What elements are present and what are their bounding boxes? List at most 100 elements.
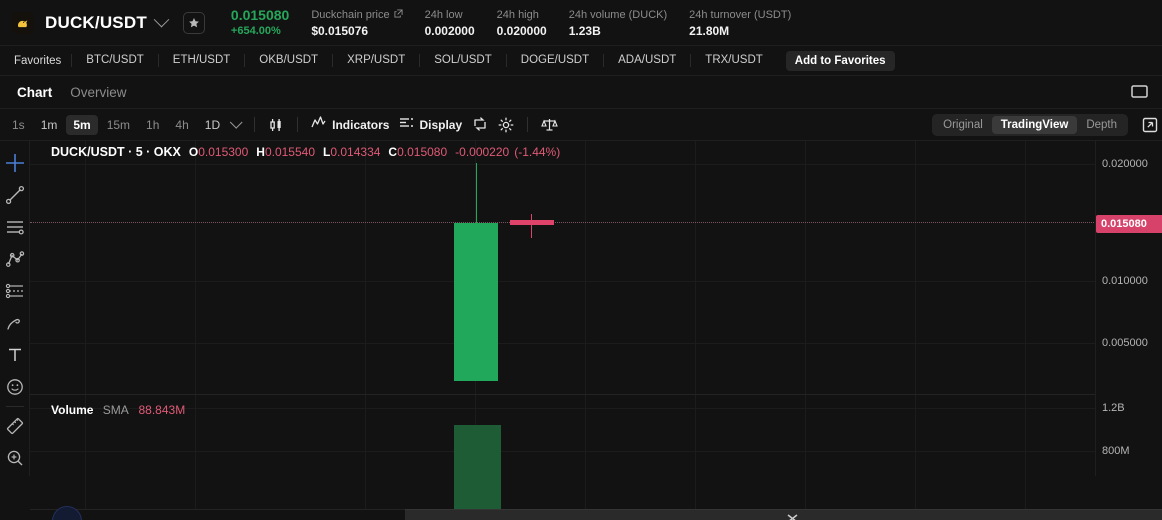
indicators-icon [311,115,327,134]
stat-label-text: 24h volume (DUCK) [568,8,668,21]
volume-sma-label: SMA [102,403,129,417]
indicators-label: Indicators [332,117,390,132]
price-axis[interactable]: 0.020000 0.015080 0.010000 0.005000 1.2B… [1095,141,1162,506]
horizontal-lines-tool[interactable] [1,211,29,243]
expand-fullscreen-icon[interactable] [1142,117,1158,138]
fav-pair-okb[interactable]: OKB/USDT [244,54,332,67]
brush-tool[interactable] [1,307,29,339]
stat-value: 0.002000 [424,23,475,38]
volume-axis-tick: 800M [1102,445,1130,457]
zoom-in-tool[interactable] [1,442,29,474]
ohlc-close-key: C [388,145,398,159]
timeframe-1h[interactable]: 1h [139,115,166,135]
star-icon[interactable] [182,11,205,34]
grid-line-vertical [585,476,586,509]
fav-pair-sol[interactable]: SOL/USDT [419,54,506,67]
timeframe-4h[interactable]: 4h [168,115,195,135]
undo-arrow-icon[interactable] [467,117,493,132]
trend-line-tool[interactable] [1,179,29,211]
source-tradingview[interactable]: TradingView [991,116,1078,134]
stat-label-text: 24h low [424,8,463,21]
grid-line-horizontal [30,343,1162,344]
chart-canvas[interactable]: DUCK/USDT · 5 · OKX O 0.015300 H 0.01554… [30,141,1162,506]
current-price-badge: 0.015080 [1096,215,1162,233]
emoji-tool[interactable] [1,371,29,403]
grid-line-vertical [695,476,696,509]
chevron-down-icon[interactable] [229,116,243,129]
grid-line-vertical [1025,476,1026,509]
scales-compare-icon[interactable] [536,117,563,132]
price-axis-tick: 0.010000 [1102,275,1148,287]
grid-line-horizontal [30,164,1162,165]
pair-name[interactable]: DUCK/USDT [45,13,147,33]
candle-body-bearish [510,220,554,225]
stat-label-text: Duckchain price [311,8,390,21]
external-link-icon[interactable] [394,7,403,23]
ohlc-change: -0.000220 [455,145,510,159]
measure-ruler-tool[interactable] [1,410,29,442]
price-axis-tick: 0.020000 [1102,158,1148,170]
add-to-favorites-button[interactable]: Add to Favorites [785,50,895,71]
grid-line-vertical [805,476,806,509]
timeframe-1d[interactable]: 1D [198,115,227,135]
ohlc-high-key: H [256,145,265,159]
stat-value: 21.80M [689,23,730,38]
indicators-button[interactable]: Indicators [306,115,394,134]
ohlc-close-value: 0.015080 [397,145,448,159]
close-x-icon[interactable] [786,511,799,520]
stat-value: 1.23B [568,23,601,38]
drawing-toolbar [0,141,30,506]
chart-legend-title: DUCK/USDT · 5 · OKX [51,145,181,159]
tab-overview[interactable]: Overview [61,85,135,100]
fib-retracement-tool[interactable] [1,275,29,307]
volume-sma-value: 88.843M [138,403,186,417]
source-depth[interactable]: Depth [1077,116,1126,134]
stat-label-text: 24h turnover (USDT) [689,8,792,21]
volume-axis-tick: 1.2B [1102,402,1125,414]
text-tool[interactable] [1,339,29,371]
toolbar-divider [297,117,299,132]
candlestick-icon[interactable] [263,117,289,133]
toolbar-divider [5,406,24,407]
ohlc-open-key: O [188,145,199,159]
grid-line-vertical [195,476,196,509]
favorites-bar: Favorites BTC/USDT ETH/USDT OKB/USDT XRP… [0,46,1162,76]
layout-panel-icon[interactable] [1131,84,1148,104]
fav-pair-ada[interactable]: ADA/USDT [603,54,690,67]
display-button[interactable]: Display [394,116,467,134]
candle-wick [475,163,478,223]
timeframe-1s[interactable]: 1s [5,115,32,135]
gear-icon[interactable] [493,117,519,133]
bottom-toast-panel[interactable] [405,509,1162,520]
fav-pair-xrp[interactable]: XRP/USDT [332,54,419,67]
timeframe-5m[interactable]: 5m [66,114,98,135]
fav-pair-doge[interactable]: DOGE/USDT [505,54,603,67]
display-label: Display [419,117,463,132]
candle-body-bullish [454,223,498,381]
timeframe-15m[interactable]: 15m [100,115,137,135]
stat-label-text: 24h high [496,8,539,21]
stat-duckchain-price: Duckchain price $0.015076 [311,7,403,39]
crosshair-tool[interactable] [1,147,29,179]
fav-pair-btc[interactable]: BTC/USDT [71,54,158,67]
source-original[interactable]: Original [934,116,992,134]
ohlc-open-value: 0.015300 [198,145,249,159]
stat-value: $0.015076 [311,23,369,38]
toolbar-divider [527,117,529,132]
volume-title: Volume [51,403,94,417]
volume-legend: Volume SMA 88.843M [51,403,185,417]
price-axis-tick: 0.005000 [1102,337,1148,349]
grid-line-horizontal [30,451,1162,452]
chevron-down-icon[interactable] [153,11,170,28]
fav-pair-eth[interactable]: ETH/USDT [157,54,245,67]
tab-chart[interactable]: Chart [8,85,61,100]
pitchfork-tool[interactable] [1,243,29,275]
fav-pair-trx[interactable]: TRX/USDT [690,54,777,67]
timeframe-1m[interactable]: 1m [34,115,65,135]
grid-line-vertical [85,476,86,509]
stat-24h-high: 24h high 0.020000 [497,7,547,39]
stat-24h-turnover: 24h turnover (USDT) 21.80M [689,7,791,39]
candle-wick [530,214,533,238]
pane-separator[interactable] [30,394,1162,395]
chart-legend: DUCK/USDT · 5 · OKX O 0.015300 H 0.01554… [51,145,560,159]
